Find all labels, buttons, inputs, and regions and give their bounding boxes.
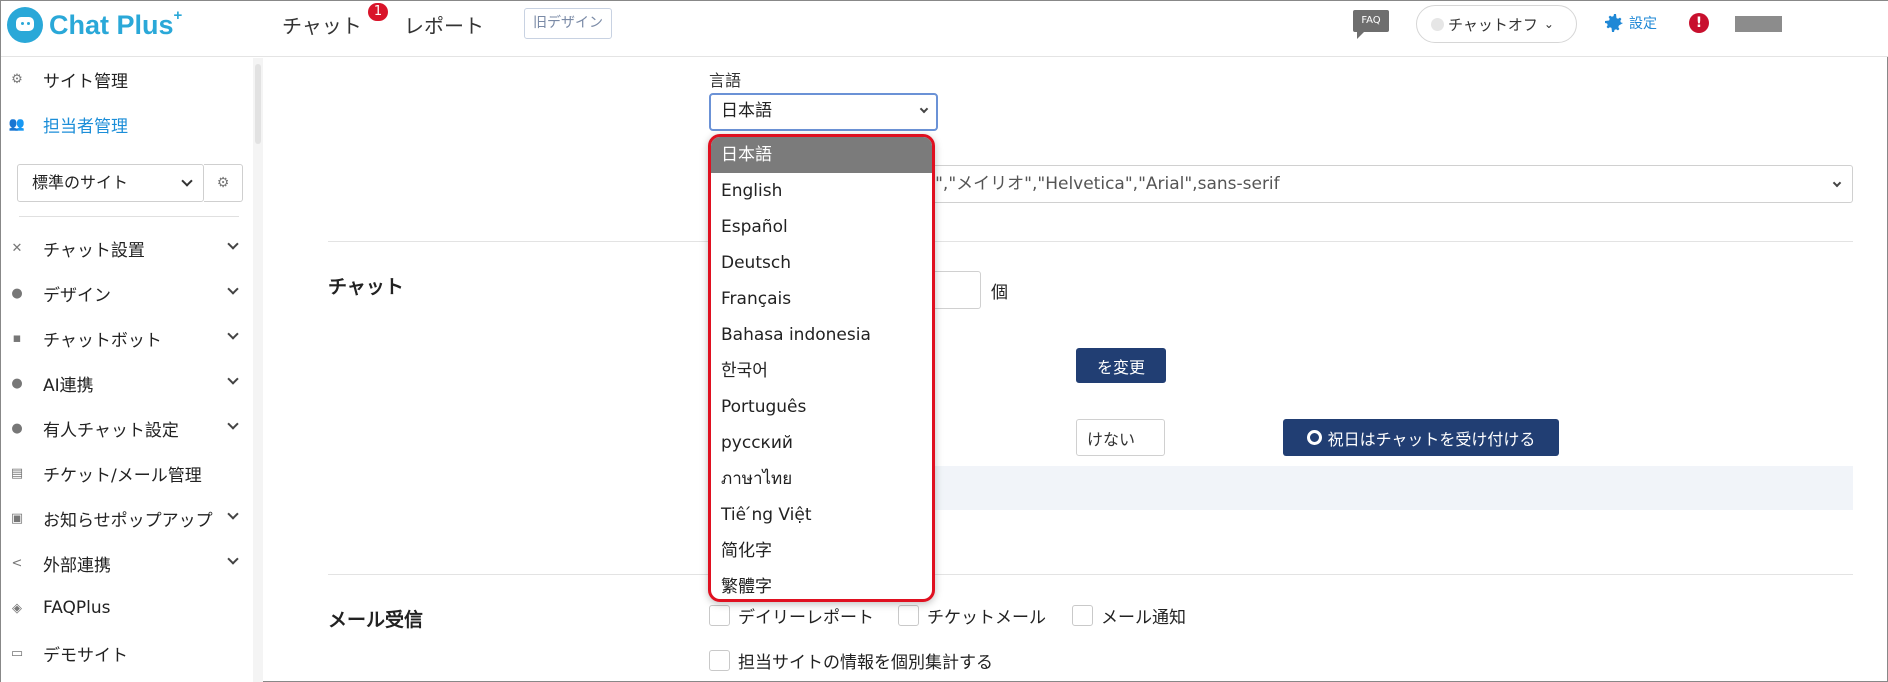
person-chat-icon: ● [11,420,23,436]
radio-selected-icon [1306,430,1322,445]
language-option[interactable]: Tiê ́ng Việt [711,497,932,533]
nav-report[interactable]: レポート [404,10,484,39]
old-design-button[interactable]: 旧デザイン [524,8,612,39]
language-dropdown-list: 日本語 English Español Deutsch Français Bah… [708,134,935,602]
language-option[interactable]: English [711,173,932,209]
language-option[interactable]: Português [711,389,932,425]
language-option[interactable]: Bahasa indonesia [711,317,932,353]
sidebar-item-site-management[interactable]: ⚙ サイト管理 [1,61,251,97]
language-option[interactable]: Español [711,209,932,245]
chat-section-title: チャット [328,276,404,298]
status-dot-icon [1431,17,1444,31]
popup-icon: ▣ [10,510,24,526]
chevron-down-icon [181,175,193,187]
users-icon: 👥 [8,116,26,132]
language-select[interactable]: 日本語 [709,93,938,131]
chevron-down-icon [227,508,239,520]
section-divider [328,241,1853,242]
sidebar-item-ai[interactable]: ● AI連携 [1,365,251,401]
nav-chat[interactable]: チャット [282,10,362,39]
sidebar-item-ticket-mail[interactable]: ▤ チケット/メール管理 [1,455,251,491]
tools-icon: ✕ [11,240,23,256]
sidebar-item-faqplus[interactable]: ◈ FAQPlus [1,590,251,626]
chevron-down-icon [227,283,239,295]
chevron-down-icon: ⌄ [1543,17,1554,31]
chevron-down-icon [227,328,239,340]
chevron-down-icon [227,238,239,250]
aggregate-checkbox[interactable]: 担当サイトの情報を個別集計する [709,648,993,673]
checkbox-box[interactable] [898,605,919,626]
top-header: Chat Plus+ チャット 1 レポート 旧デザイン FAQ チャットオフ … [1,1,1888,57]
ticket-mail-checkbox[interactable]: チケットメール [898,603,1046,628]
sidebar: ⚙ サイト管理 👥 担当者管理 標準のサイト ⚙ ✕ チャット設置 ● デザイン ▪… [1,58,263,682]
language-option[interactable]: Deutsch [711,245,932,281]
gear-icon [1605,14,1623,32]
bulb-icon: ● [11,375,23,391]
chevron-down-icon [227,418,239,430]
sidebar-item-live-chat-settings[interactable]: ● 有人チャット設定 [1,410,251,446]
site-settings-button[interactable]: ⚙ [204,164,243,202]
mail-notify-checkbox[interactable]: メール通知 [1072,603,1186,628]
chat-status-label: チャットオフ [1448,15,1538,34]
language-option[interactable]: ภาษาไทย [711,461,932,497]
holiday-reject-button[interactable]: けない [1076,419,1165,456]
settings-label: 設定 [1629,16,1657,32]
chat-notification-badge: 1 [368,3,388,21]
share-icon: < [11,555,23,571]
checkbox-box[interactable] [709,605,730,626]
shield-icon: ◈ [12,600,22,616]
chevron-down-icon [919,104,929,114]
section-divider [328,574,1853,575]
language-option[interactable]: 한국어 [711,353,932,389]
gear-icon: ⚙ [11,71,23,87]
holiday-accept-button[interactable]: 祝日はチャットを受け付ける [1283,419,1559,456]
chevron-down-icon [1832,178,1842,188]
alert-icon[interactable]: ! [1689,13,1709,33]
language-option[interactable]: 繁體字 [711,569,932,599]
language-option[interactable]: Français [711,281,932,317]
language-option[interactable]: 日本語 [711,137,932,173]
daily-report-checkbox[interactable]: デイリーレポート [709,603,874,628]
count-unit: 個 [991,283,1008,303]
sidebar-item-demo-site[interactable]: ▭ デモサイト [1,635,251,671]
sidebar-item-external[interactable]: < 外部連携 [1,545,251,581]
scrollbar-thumb[interactable] [255,64,261,144]
palette-icon: ● [11,285,23,301]
main-content: 言語 日本語 oN","メイリオ","Helvetica","Arial",sa… [264,58,1888,682]
language-label: 言語 [709,71,742,90]
logo-text: Chat Plus [49,9,174,40]
chat-status-toggle[interactable]: チャットオフ ⌄ [1416,5,1577,43]
sidebar-item-chatbot[interactable]: ▪ チャットボット [1,320,251,356]
user-menu[interactable] [1735,16,1782,32]
chatplus-logo[interactable]: Chat Plus+ [7,5,182,45]
settings-link[interactable]: 設定 [1602,11,1657,35]
sidebar-item-design[interactable]: ● デザイン [1,275,251,311]
language-option[interactable]: 简化字 [711,533,932,569]
faq-icon[interactable]: FAQ [1353,10,1389,39]
sidebar-item-notice-popup[interactable]: ▣ お知らせポップアップ [1,500,251,536]
chevron-down-icon [227,373,239,385]
sidebar-item-chat-install[interactable]: ✕ チャット設置 [1,230,251,266]
checkbox-box[interactable] [1072,605,1093,626]
change-button[interactable]: を変更 [1076,348,1166,383]
chat-bubble-logo-icon [7,7,43,43]
chevron-down-icon [227,553,239,565]
site-select[interactable]: 標準のサイト [17,164,204,202]
gear-icon: ⚙ [216,175,230,191]
list-icon: ▤ [10,465,24,481]
chat-bubble-icon: ▪ [12,330,22,346]
sidebar-scrollbar[interactable] [253,58,263,682]
mail-section-title: メール受信 [328,609,424,631]
sidebar-divider [19,216,239,217]
sidebar-item-staff-management[interactable]: 👥 担当者管理 [1,106,251,142]
language-option[interactable]: русский [711,425,932,461]
monitor-icon: ▭ [10,645,24,661]
checkbox-box[interactable] [709,650,730,671]
